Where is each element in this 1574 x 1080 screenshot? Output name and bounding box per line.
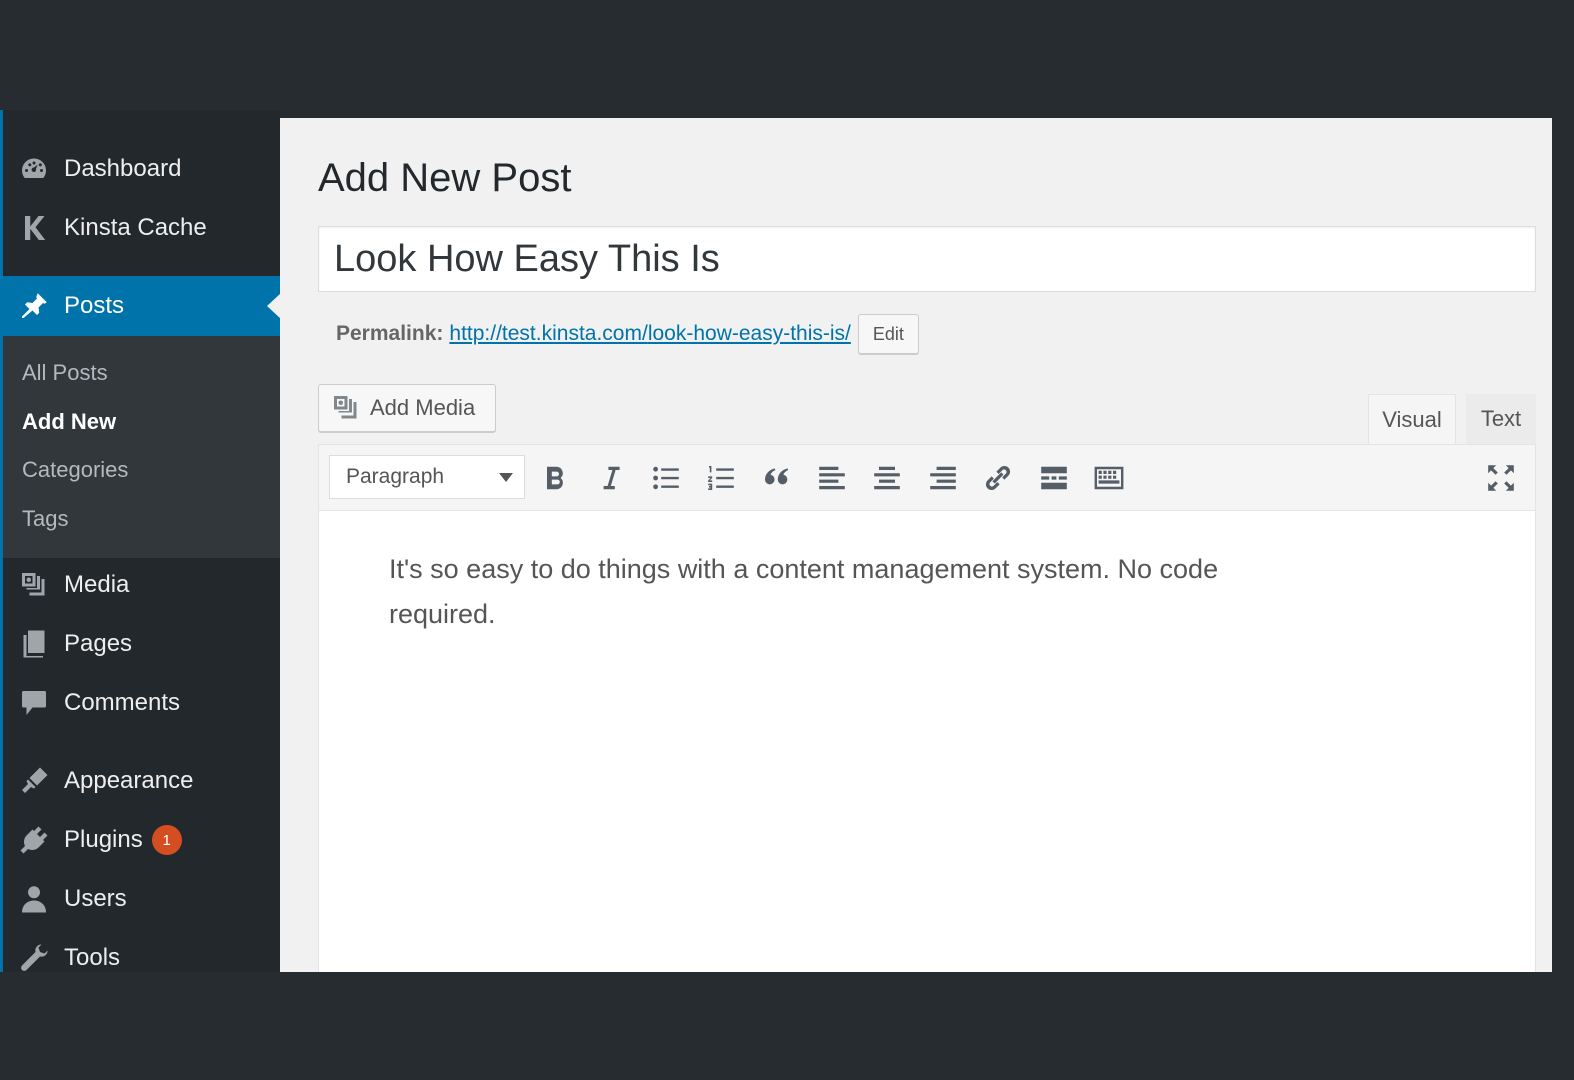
media-icon (17, 568, 51, 602)
appearance-icon (17, 764, 51, 798)
permalink-row: Permalink: http://test.kinsta.com/look-h… (336, 314, 919, 354)
users-icon (17, 882, 51, 916)
sidebar-item-label: Appearance (64, 767, 194, 794)
plugins-update-badge: 1 (151, 825, 182, 855)
link-button[interactable] (978, 459, 1018, 497)
sidebar-item-posts[interactable]: Posts (3, 276, 281, 336)
permalink-edit-button[interactable]: Edit (857, 314, 919, 354)
submenu-item-add-new[interactable]: Add New (22, 409, 116, 435)
toolbar-toggle-button[interactable] (1089, 459, 1129, 497)
posts-submenu: All Posts Add New Categories Tags (3, 336, 280, 558)
bold-icon (547, 466, 563, 490)
editor-toolbar: Paragraph (319, 445, 1535, 511)
admin-sidebar: Dashboard Kinsta Cache Posts All Posts A… (0, 110, 281, 972)
align-center-button[interactable] (867, 459, 907, 497)
bold-button[interactable] (535, 459, 575, 497)
blockquote-icon (765, 468, 789, 485)
sidebar-item-kinsta-cache[interactable]: Kinsta Cache (3, 200, 280, 256)
permalink-base: http://test.kinsta.com/ (449, 322, 648, 345)
link-icon (985, 465, 1011, 491)
align-center-icon (874, 466, 900, 490)
tools-icon (17, 941, 51, 972)
active-indicator (267, 293, 281, 319)
sidebar-item-label: Users (64, 885, 127, 912)
fullscreen-icon (1488, 465, 1514, 491)
permalink-link[interactable]: http://test.kinsta.com/look-how-easy-thi… (449, 322, 850, 346)
align-left-icon (819, 466, 845, 490)
submenu-item-all-posts[interactable]: All Posts (22, 360, 108, 386)
sidebar-item-label: Kinsta Cache (64, 214, 207, 241)
media-icon (334, 396, 357, 419)
pages-icon (17, 627, 51, 661)
align-left-button[interactable] (812, 459, 852, 497)
add-media-label: Add Media (370, 395, 476, 420)
tab-text[interactable]: Text (1466, 394, 1536, 444)
sidebar-item-plugins[interactable]: Plugins 1 (3, 812, 280, 868)
permalink-label: Permalink: (336, 322, 444, 345)
kinsta-icon (17, 211, 51, 245)
sidebar-item-label: Posts (64, 292, 125, 319)
sidebar-item-pages[interactable]: Pages (3, 616, 280, 672)
read-more-icon (1041, 466, 1067, 490)
align-right-icon (930, 466, 956, 490)
add-media-button[interactable]: Add Media (318, 384, 496, 432)
sidebar-item-appearance[interactable]: Appearance (3, 753, 280, 809)
sidebar-item-label: Pages (64, 630, 133, 657)
sidebar-item-tools[interactable]: Tools (3, 930, 280, 972)
align-right-button[interactable] (923, 459, 963, 497)
bulleted-list-button[interactable] (646, 459, 686, 497)
sidebar-item-media[interactable]: Media (3, 557, 280, 613)
sidebar-item-comments[interactable]: Comments (3, 675, 280, 731)
fullscreen-button[interactable] (1481, 459, 1521, 497)
main-content: Add New Post Look How Easy This Is Perma… (280, 118, 1552, 972)
submenu-item-categories[interactable]: Categories (22, 457, 128, 483)
toolbar-toggle-icon (1094, 466, 1124, 490)
sidebar-item-label: Media (64, 571, 130, 598)
sidebar-item-users[interactable]: Users (3, 871, 280, 927)
post-title-value: Look How Easy This Is (334, 237, 720, 280)
italic-icon (603, 466, 620, 490)
pushpin-icon (17, 289, 51, 323)
format-select-value: Paragraph (346, 465, 445, 488)
comments-icon (17, 686, 51, 720)
tab-visual[interactable]: Visual (1368, 394, 1456, 444)
numbered-list-button[interactable] (701, 459, 741, 497)
chevron-down-icon (499, 473, 513, 482)
editor-content[interactable]: It's so easy to do things with a content… (389, 547, 1309, 637)
page-title: Add New Post (318, 156, 572, 200)
bulleted-list-icon (653, 466, 679, 490)
sidebar-item-label: Tools (64, 944, 121, 971)
submenu-item-tags[interactable]: Tags (22, 506, 68, 532)
sidebar-item-label: Plugins (64, 826, 143, 853)
blockquote-button[interactable] (757, 459, 797, 497)
format-select[interactable]: Paragraph (329, 455, 525, 499)
wp-admin-frame: Dashboard Kinsta Cache Posts All Posts A… (0, 110, 1552, 972)
post-title-input[interactable]: Look How Easy This Is (318, 226, 1536, 292)
dashboard-icon (17, 152, 51, 186)
italic-button[interactable] (590, 459, 630, 497)
sidebar-item-label: Comments (64, 689, 181, 716)
sidebar-item-label: Dashboard (64, 155, 182, 182)
post-editor: Paragraph It's so easy to do things with… (318, 444, 1536, 972)
sidebar-item-dashboard[interactable]: Dashboard (3, 141, 280, 197)
permalink-slug: look-how-easy-this-is/ (647, 322, 851, 345)
numbered-list-icon (708, 466, 734, 490)
read-more-button[interactable] (1034, 459, 1074, 497)
plugins-icon (17, 823, 51, 857)
